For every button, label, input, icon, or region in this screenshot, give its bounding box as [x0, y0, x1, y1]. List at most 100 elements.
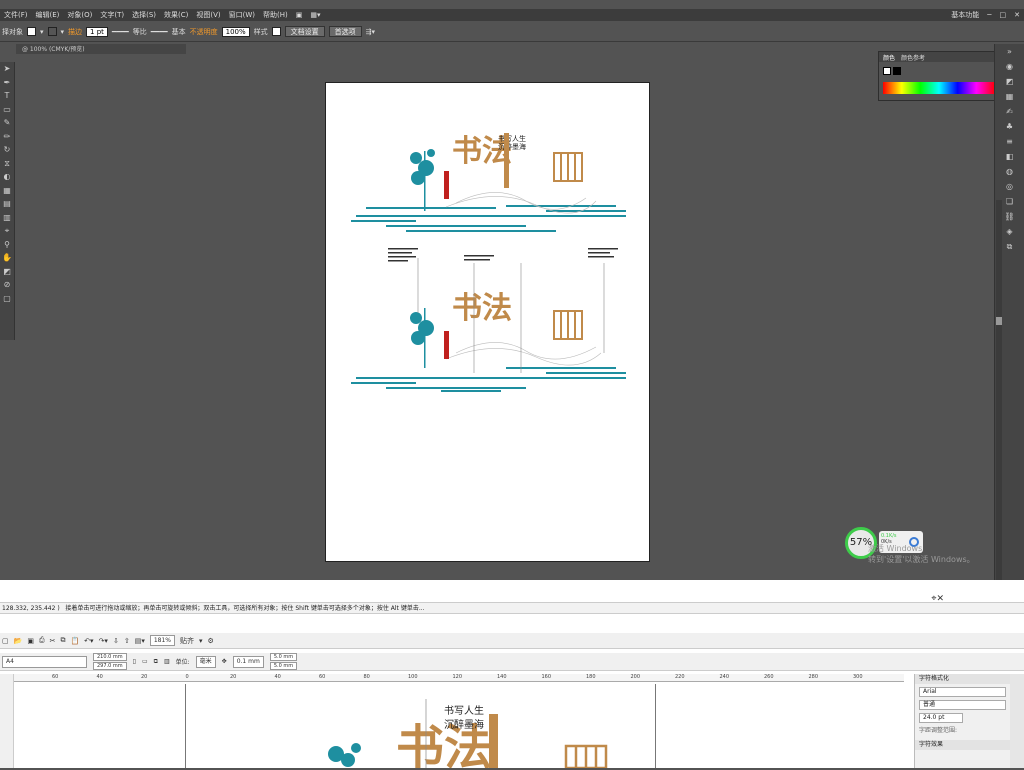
- panel-title: 字符格式化: [915, 674, 1010, 684]
- stroke-swatch[interactable]: [47, 27, 57, 36]
- snap-to-menu[interactable]: 贴齐: [180, 636, 194, 646]
- gradient-icon[interactable]: ◧: [995, 149, 1024, 164]
- eyedropper-icon[interactable]: ⌖: [0, 224, 14, 238]
- workspace-switcher[interactable]: 基本功能: [947, 10, 983, 20]
- profile-line[interactable]: ━━━━: [112, 28, 129, 36]
- menu-window[interactable]: 窗口(W): [225, 10, 259, 20]
- font-select[interactable]: Arial: [919, 687, 1006, 697]
- menu-view[interactable]: 视图(V): [192, 10, 224, 20]
- duplicate-x-field[interactable]: 5.0 mm: [269, 653, 298, 661]
- pencil-tool-icon[interactable]: ✏: [0, 130, 14, 144]
- import-icon[interactable]: ⇩: [113, 637, 119, 645]
- export-icon[interactable]: ⇧: [124, 637, 130, 645]
- pen-tool-icon[interactable]: ✒: [0, 76, 14, 90]
- symbols-icon[interactable]: ♣: [995, 119, 1024, 134]
- artboard[interactable]: 书法 书写人生 沉醉墨海 书法: [325, 82, 650, 562]
- screen-mode-icon[interactable]: ▢: [0, 292, 14, 306]
- graph-tool-icon[interactable]: ▥: [0, 211, 14, 225]
- brush-line[interactable]: ━━━━: [151, 28, 168, 36]
- type-tool-icon[interactable]: T: [0, 89, 14, 103]
- brushes-icon[interactable]: ✍: [995, 104, 1024, 119]
- menu-type[interactable]: 文字(T): [96, 10, 128, 20]
- close-icon[interactable]: ✕: [1010, 11, 1024, 19]
- current-page-icon[interactable]: ▥: [164, 658, 170, 665]
- none-color-icon[interactable]: ⊘: [0, 278, 14, 292]
- cd-page[interactable]: 书法 书写人生 沉醉墨海: [185, 684, 656, 770]
- duplicate-y-field[interactable]: 5.0 mm: [269, 662, 298, 670]
- rectangle-tool-icon[interactable]: ▭: [0, 103, 14, 117]
- font-size-field[interactable]: 24.0 pt: [919, 713, 963, 723]
- transparency-icon[interactable]: ◍: [995, 164, 1024, 179]
- copy-icon[interactable]: ⧉: [60, 636, 65, 645]
- document-setup-button[interactable]: 文档设置: [284, 26, 325, 37]
- color-tab[interactable]: 颜色: [883, 53, 895, 62]
- selection-tool-icon[interactable]: ➤: [0, 62, 14, 76]
- paste-icon[interactable]: 📋: [70, 637, 79, 645]
- menu-help[interactable]: 帮助(H): [259, 10, 292, 20]
- open-icon[interactable]: 📂: [14, 637, 23, 645]
- menu-object[interactable]: 对象(O): [63, 10, 96, 20]
- arrange-docs-icon[interactable]: ⇶▾: [366, 28, 375, 36]
- shape-builder-icon[interactable]: ◐: [0, 170, 14, 184]
- save-icon[interactable]: ▣: [27, 637, 34, 645]
- scrollbar-thumb[interactable]: [996, 317, 1002, 325]
- bridge-icon[interactable]: ▣: [292, 11, 307, 19]
- menu-effect[interactable]: 效果(C): [160, 10, 192, 20]
- document-tab[interactable]: @ 100% (CMYK/预览): [16, 44, 186, 54]
- maximize-icon[interactable]: □: [996, 11, 1011, 19]
- page-size-select[interactable]: A4: [2, 655, 87, 668]
- fill-stroke-icon[interactable]: ◩: [0, 265, 14, 279]
- width-tool-icon[interactable]: ⧖: [0, 157, 14, 171]
- opacity-field[interactable]: 100%: [221, 26, 250, 37]
- page-height-field[interactable]: 297.0 mm: [93, 662, 127, 670]
- stroke-label[interactable]: 描边: [68, 27, 82, 37]
- opacity-label[interactable]: 不透明度: [190, 27, 218, 37]
- portrait-icon[interactable]: ▯: [133, 658, 136, 665]
- color-guide-icon[interactable]: ◩: [995, 74, 1024, 89]
- fill-swatch[interactable]: [27, 27, 36, 36]
- color-panel-icon[interactable]: ◉: [995, 59, 1024, 74]
- font-style-select[interactable]: 普通: [919, 700, 1006, 710]
- vertical-scrollbar[interactable]: [996, 200, 1002, 580]
- publish-icon[interactable]: ▤▾: [135, 637, 145, 645]
- style-swatch[interactable]: [271, 27, 281, 36]
- brush-select[interactable]: 基本: [172, 27, 186, 37]
- nudge-field[interactable]: 0.1 mm: [232, 655, 264, 668]
- zoom-tool-icon[interactable]: ⚲: [0, 238, 14, 252]
- hand-tool-icon[interactable]: ✋: [0, 251, 14, 265]
- swatches-icon[interactable]: ▦: [995, 89, 1024, 104]
- undo-icon[interactable]: ↶▾: [84, 637, 93, 645]
- arrange-icon[interactable]: ▦▾: [306, 11, 324, 19]
- fill-color-swatch[interactable]: [883, 67, 891, 75]
- mesh-tool-icon[interactable]: ▦: [0, 184, 14, 198]
- menu-edit[interactable]: 编辑(E): [32, 10, 64, 20]
- brush-tool-icon[interactable]: ✎: [0, 116, 14, 130]
- rotate-tool-icon[interactable]: ↻: [0, 143, 14, 157]
- stroke-color-swatch[interactable]: [893, 67, 901, 75]
- cd-docker-tabs[interactable]: [1010, 674, 1024, 768]
- color-guide-tab[interactable]: 颜色参考: [901, 53, 925, 62]
- new-doc-icon[interactable]: ▢: [2, 637, 9, 645]
- color-spectrum[interactable]: [883, 82, 995, 94]
- landscape-icon[interactable]: ▭: [142, 658, 148, 665]
- menu-file[interactable]: 文件(F): [0, 10, 32, 20]
- preferences-button[interactable]: 首选项: [328, 26, 362, 37]
- zoom-select[interactable]: 181%: [149, 635, 175, 646]
- minimize-icon[interactable]: ─: [983, 11, 995, 19]
- page-width-field[interactable]: 210.0 mm: [93, 653, 127, 661]
- dock-collapse-icon[interactable]: »: [995, 44, 1024, 59]
- stroke-weight-field[interactable]: 1 pt: [86, 26, 108, 37]
- gradient-tool-icon[interactable]: ▤: [0, 197, 14, 211]
- profile-select[interactable]: 等比: [133, 27, 147, 37]
- cut-icon[interactable]: ✂: [50, 637, 56, 645]
- all-pages-icon[interactable]: ⧉: [154, 658, 158, 666]
- stroke-icon[interactable]: ≡: [995, 134, 1024, 149]
- options-icon[interactable]: ⚙: [208, 637, 214, 645]
- print-icon[interactable]: ⎙: [39, 636, 45, 645]
- appearance-icon[interactable]: ◎: [995, 179, 1024, 194]
- ruler-label: 280: [808, 674, 819, 680]
- char-effects-header[interactable]: 字符效果: [915, 740, 1010, 750]
- redo-icon[interactable]: ↷▾: [99, 637, 108, 645]
- menu-select[interactable]: 选择(S): [128, 10, 160, 20]
- units-select[interactable]: 毫米: [195, 655, 216, 668]
